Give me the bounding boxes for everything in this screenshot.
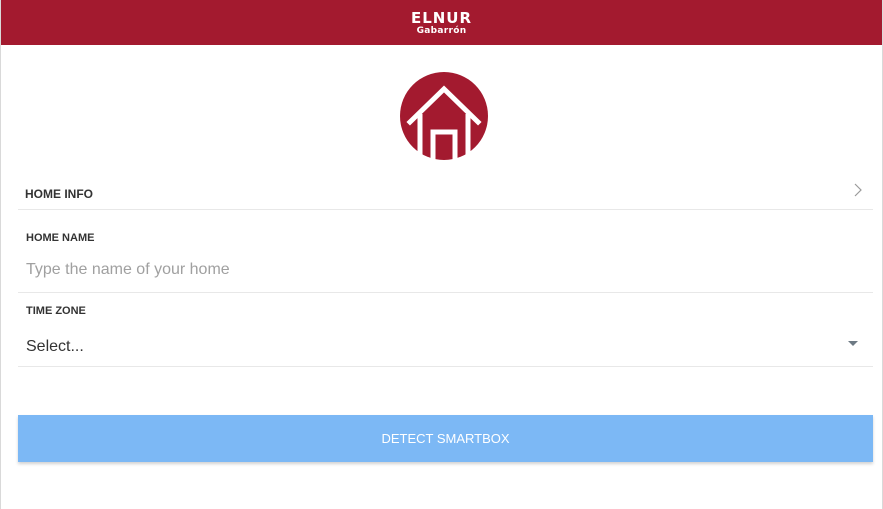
caret-down-icon (848, 341, 858, 346)
setup-page: ELNUR Gabarrón HOME INFO HOME NAME TIME … (0, 0, 883, 509)
home-name-input[interactable] (26, 258, 826, 282)
detect-smartbox-button[interactable]: DETECT SMARTBOX (18, 415, 873, 462)
house-icon (400, 72, 488, 160)
home-info-label: HOME INFO (25, 187, 93, 201)
chevron-right-icon (854, 183, 862, 197)
home-info-row[interactable]: HOME INFO (18, 174, 873, 210)
home-name-label: HOME NAME (26, 232, 95, 244)
app-header: ELNUR Gabarrón (1, 0, 882, 45)
home-name-row: HOME NAME (18, 210, 873, 293)
time-zone-selected-value: Select... (26, 338, 84, 355)
brand-logo-text: ELNUR (410, 8, 473, 27)
time-zone-row: TIME ZONE Select... (18, 293, 873, 367)
brand-logo-subtext: Gabarrón (416, 25, 467, 36)
time-zone-label: TIME ZONE (26, 305, 86, 317)
